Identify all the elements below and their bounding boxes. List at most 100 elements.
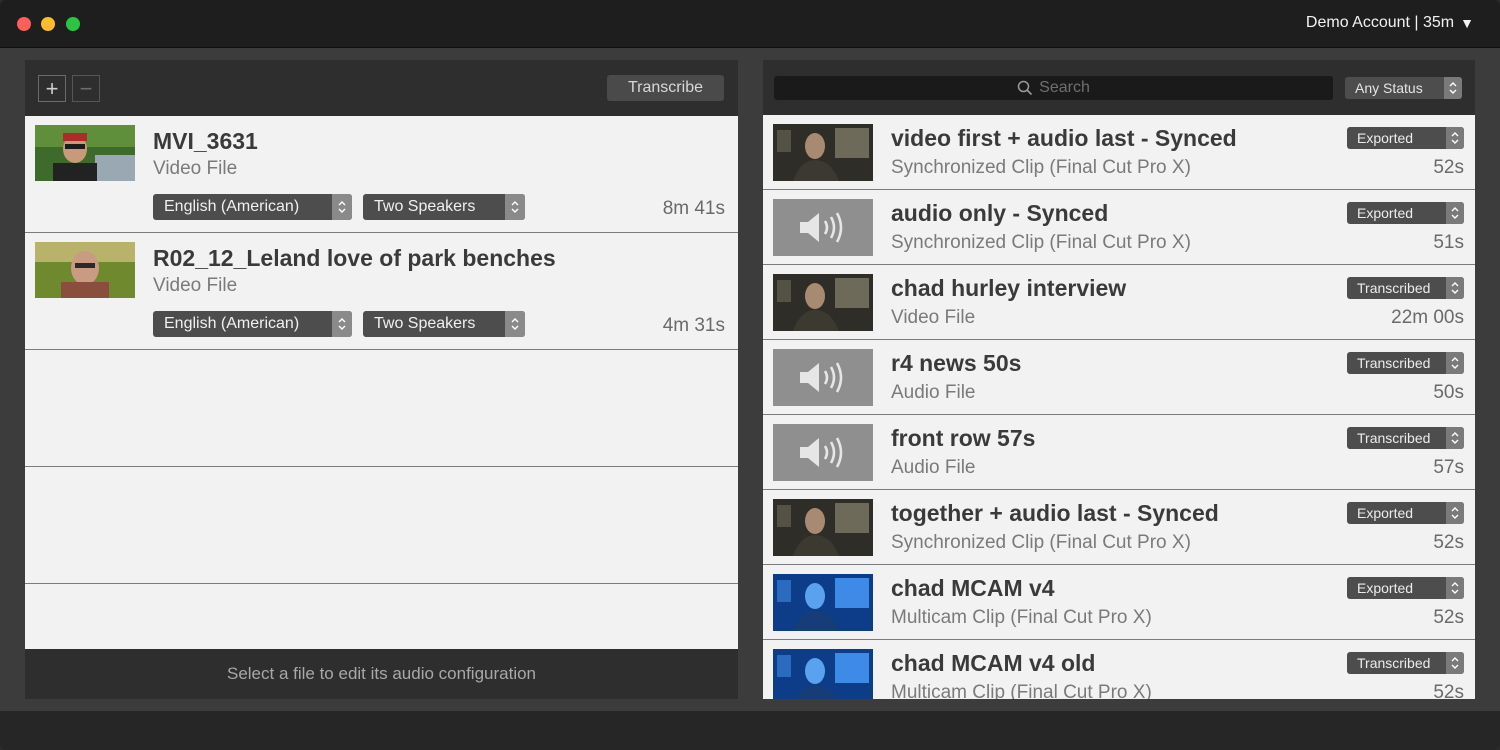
status-value: Transcribed — [1357, 280, 1431, 296]
audio-config-hint: Select a file to edit its audio configur… — [25, 649, 738, 699]
list-item[interactable]: chad MCAM v4 Multicam Clip (Final Cut Pro… — [763, 565, 1475, 640]
minimize-window-button[interactable] — [41, 17, 55, 31]
clip-type: Synchronized Clip (Final Cut Pro X) — [891, 232, 1191, 253]
file-title: MVI_3631 — [153, 128, 258, 154]
library-toolbar: Search Any Status — [763, 60, 1475, 115]
updown-chevron-icon — [332, 194, 352, 220]
updown-chevron-icon — [1446, 352, 1464, 374]
video-thumbnail — [773, 649, 873, 699]
queue-list: MVI_3631 Video File English (American) T… — [25, 116, 738, 584]
clip-title: together + audio last - Synced — [891, 500, 1219, 526]
app-window: Demo Account | 35m ▼ + − Transcribe MVI_… — [0, 0, 1500, 750]
library-panel: Search Any Status video first + audio la… — [763, 60, 1475, 699]
clip-type: Synchronized Clip (Final Cut Pro X) — [891, 157, 1191, 178]
list-item[interactable]: front row 57s Audio File Transcribed 57s — [763, 415, 1475, 490]
file-duration: 8m 41s — [662, 198, 725, 219]
file-queue-panel: + − Transcribe MVI_3631 Video File Engli — [25, 60, 738, 699]
file-type: Video File — [153, 275, 238, 296]
speakers-select[interactable]: Two Speakers — [363, 194, 525, 220]
add-file-button[interactable]: + — [38, 75, 66, 102]
clip-duration: 50s — [1433, 382, 1464, 403]
status-value: Exported — [1357, 205, 1414, 221]
clip-duration: 52s — [1433, 682, 1464, 699]
empty-row — [25, 350, 738, 467]
updown-chevron-icon — [1446, 127, 1464, 149]
status-select[interactable]: Exported — [1347, 577, 1464, 599]
status-select[interactable]: Transcribed — [1347, 277, 1464, 299]
status-select[interactable]: Exported — [1347, 202, 1464, 224]
list-item[interactable]: together + audio last - Synced Synchroniz… — [763, 490, 1475, 565]
search-icon — [1017, 80, 1033, 96]
clip-type: Audio File — [891, 382, 976, 403]
library-list: video first + audio last - Synced Synchro… — [763, 115, 1475, 699]
updown-chevron-icon — [1444, 77, 1462, 99]
status-select[interactable]: Exported — [1347, 127, 1464, 149]
clip-duration: 51s — [1433, 232, 1464, 253]
clip-title: front row 57s — [891, 425, 1036, 451]
status-value: Exported — [1357, 130, 1414, 146]
language-select[interactable]: English (American) — [153, 194, 352, 220]
updown-chevron-icon — [1446, 427, 1464, 449]
clip-type: Multicam Clip (Final Cut Pro X) — [891, 607, 1152, 628]
speakers-value: Two Speakers — [374, 315, 476, 332]
file-title: R02_12_Leland love of park benches — [153, 245, 556, 271]
status-value: Transcribed — [1357, 655, 1431, 671]
remove-file-button[interactable]: − — [72, 75, 100, 102]
speaker-icon — [773, 424, 873, 481]
language-value: English (American) — [164, 315, 300, 332]
list-item[interactable]: audio only - Synced Synchronized Clip (Fi… — [763, 190, 1475, 265]
speakers-select[interactable]: Two Speakers — [363, 311, 525, 337]
updown-chevron-icon — [1446, 652, 1464, 674]
video-thumbnail — [35, 125, 135, 181]
updown-chevron-icon — [1446, 577, 1464, 599]
status-filter-select[interactable]: Any Status — [1345, 77, 1462, 99]
clip-type: Audio File — [891, 457, 976, 478]
title-bar: Demo Account | 35m ▼ — [0, 0, 1500, 48]
video-thumbnail — [773, 124, 873, 181]
clip-title: video first + audio last - Synced — [891, 125, 1237, 151]
clip-duration: 52s — [1433, 157, 1464, 178]
list-item[interactable]: r4 news 50s Audio File Transcribed 50s — [763, 340, 1475, 415]
search-input[interactable]: Search — [774, 76, 1333, 100]
account-label: Demo Account | 35m — [1305, 14, 1455, 31]
clip-type: Video File — [891, 307, 976, 328]
updown-chevron-icon — [1446, 202, 1464, 224]
status-select[interactable]: Transcribed — [1347, 427, 1464, 449]
language-value: English (American) — [164, 198, 300, 215]
clip-duration: 57s — [1433, 457, 1464, 478]
status-value: Transcribed — [1357, 430, 1431, 446]
bottom-bar — [0, 711, 1500, 750]
close-window-button[interactable] — [17, 17, 31, 31]
minus-icon: − — [79, 75, 93, 101]
list-item[interactable]: R02_12_Leland love of park benches Video… — [25, 233, 738, 350]
list-item[interactable]: chad MCAM v4 old Multicam Clip (Final Cut… — [763, 640, 1475, 699]
clip-duration: 52s — [1433, 532, 1464, 553]
list-item[interactable]: MVI_3631 Video File English (American) T… — [25, 116, 738, 233]
status-value: Exported — [1357, 580, 1414, 596]
clip-title: audio only - Synced — [891, 200, 1109, 226]
clip-type: Synchronized Clip (Final Cut Pro X) — [891, 532, 1191, 553]
queue-toolbar: + − Transcribe — [25, 60, 738, 116]
list-item[interactable]: video first + audio last - Synced Synchro… — [763, 115, 1475, 190]
account-menu[interactable]: Demo Account | 35m ▼ — [1306, 14, 1474, 32]
speaker-icon — [773, 349, 873, 406]
file-duration: 4m 31s — [662, 315, 725, 336]
status-select[interactable]: Transcribed — [1347, 652, 1464, 674]
status-select[interactable]: Transcribed — [1347, 352, 1464, 374]
speaker-icon — [773, 199, 873, 256]
maximize-window-button[interactable] — [66, 17, 80, 31]
clip-title: r4 news 50s — [891, 350, 1022, 376]
video-thumbnail — [35, 242, 135, 298]
list-item[interactable]: chad hurley interview Video File Transcrib… — [763, 265, 1475, 340]
video-thumbnail — [773, 274, 873, 331]
clip-duration: 52s — [1433, 607, 1464, 628]
clip-title: chad MCAM v4 old — [891, 650, 1096, 676]
transcribe-button[interactable]: Transcribe — [607, 75, 724, 101]
video-thumbnail — [773, 499, 873, 556]
updown-chevron-icon — [1446, 277, 1464, 299]
language-select[interactable]: English (American) — [153, 311, 352, 337]
updown-chevron-icon — [505, 311, 525, 337]
file-type: Video File — [153, 158, 238, 179]
plus-icon: + — [45, 75, 59, 101]
status-select[interactable]: Exported — [1347, 502, 1464, 524]
